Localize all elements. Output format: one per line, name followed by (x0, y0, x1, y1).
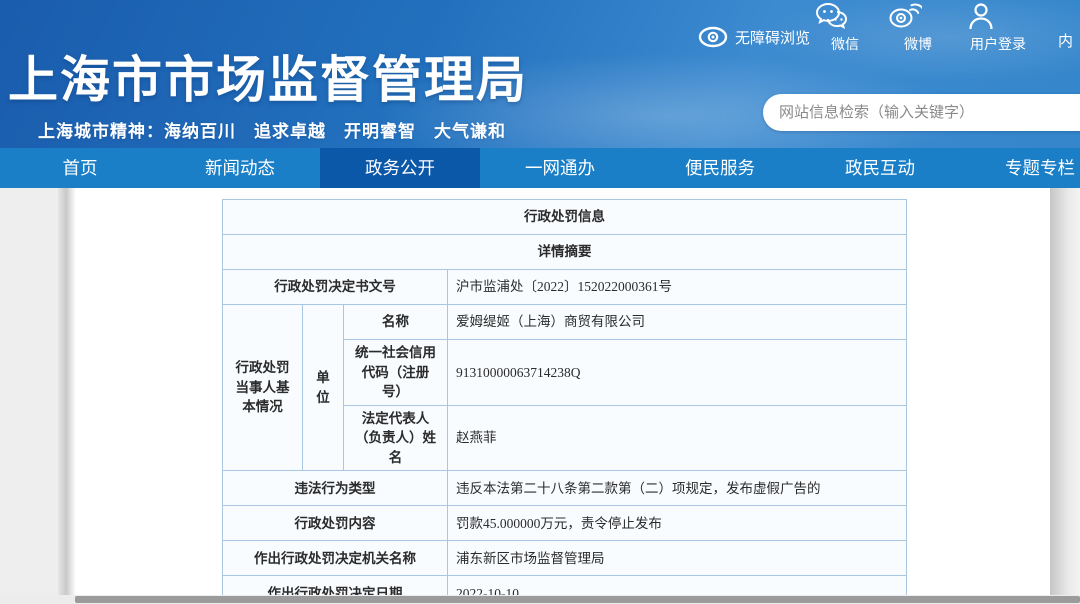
table-row: 违法行为类型 违反本法第二十八条第二款第（二）项规定，发布虚假广告的 (223, 471, 907, 506)
wechat-link[interactable]: 微信 (815, 2, 875, 54)
table-row: 详情摘要 (223, 235, 907, 270)
right-shadow (1050, 188, 1080, 604)
nav-item-interaction[interactable]: 政民互动 (800, 148, 960, 188)
penalty-content-label: 行政处罚内容 (223, 506, 448, 541)
site-title: 上海市市场监督管理局 (8, 40, 528, 112)
site-header: 上海市市场监督管理局 上海城市精神：海纳百川 追求卓越 开明睿智 大气谦和 无障… (0, 0, 1080, 148)
page: 上海市市场监督管理局 上海城市精神：海纳百川 追求卓越 开明睿智 大气谦和 无障… (0, 0, 1080, 604)
penalty-content-value: 罚款45.000000万元，责令停止发布 (448, 506, 907, 541)
nav-item-one-net[interactable]: 一网通办 (480, 148, 640, 188)
horizontal-scrollbar-track[interactable] (0, 595, 1080, 604)
credit-code-label: 统一社会信用代码（注册号） (344, 340, 448, 406)
wechat-label: 微信 (831, 36, 859, 52)
left-shadow (58, 188, 76, 604)
user-login-link[interactable]: 用户登录 (968, 2, 1028, 54)
legal-rep-label: 法定代表人（负责人）姓名 (344, 405, 448, 471)
header-quick-links: 无障碍浏览 微信 (680, 0, 1080, 60)
party-name-value: 爱姆缇姬（上海）商贸有限公司 (448, 305, 907, 340)
wechat-icon (815, 2, 875, 32)
nav-item-home[interactable]: 首页 (0, 148, 160, 188)
credit-code-value: 91310000063714238Q (448, 340, 907, 406)
nav-item-services[interactable]: 便民服务 (640, 148, 800, 188)
nav-item-special[interactable]: 专题专栏 (960, 148, 1080, 188)
accessibility-label: 无障碍浏览 (735, 27, 810, 48)
violation-type-value: 违反本法第二十八条第二款第（二）项规定，发布虚假广告的 (448, 471, 907, 506)
user-login-label: 用户登录 (970, 36, 1026, 52)
site-search (763, 94, 1080, 131)
violation-type-label: 违法行为类型 (223, 471, 448, 506)
party-name-label: 名称 (344, 305, 448, 340)
nav-item-gov-affairs[interactable]: 政务公开 (320, 148, 480, 188)
penalty-info-table: 行政处罚信息 详情摘要 行政处罚决定书文号 沪市监浦处〔2022〕1520220… (222, 199, 907, 604)
authority-value: 浦东新区市场监督管理局 (448, 541, 907, 576)
left-gray-band (0, 188, 58, 604)
city-spirit-slogan: 上海城市精神：海纳百川 追求卓越 开明睿智 大气谦和 (38, 117, 506, 142)
user-icon (968, 2, 1028, 32)
doc-number-value: 沪市监浦处〔2022〕152022000361号 (448, 270, 907, 305)
nav-item-news[interactable]: 新闻动态 (160, 148, 320, 188)
authority-label: 作出行政处罚决定机关名称 (223, 541, 448, 576)
party-unit-label: 单位 (303, 305, 344, 471)
doc-number-label: 行政处罚决定书文号 (223, 270, 448, 305)
table-row: 行政处罚当事人基本情况 单位 名称 爱姆缇姬（上海）商贸有限公司 (223, 305, 907, 340)
weibo-link[interactable]: 微博 (888, 2, 948, 54)
table-row: 行政处罚决定书文号 沪市监浦处〔2022〕152022000361号 (223, 270, 907, 305)
weibo-icon (888, 2, 948, 32)
table-subtitle: 详情摘要 (223, 235, 907, 270)
accessibility-link[interactable]: 无障碍浏览 (698, 26, 810, 48)
clipped-header-link[interactable]: 内 (1058, 30, 1080, 51)
weibo-label: 微博 (904, 36, 932, 52)
search-input[interactable] (779, 104, 1080, 121)
table-row: 行政处罚内容 罚款45.000000万元，责令停止发布 (223, 506, 907, 541)
table-row: 作出行政处罚决定机关名称 浦东新区市场监督管理局 (223, 541, 907, 576)
legal-rep-value: 赵燕菲 (448, 405, 907, 471)
table-row: 行政处罚信息 (223, 200, 907, 235)
party-group-label: 行政处罚当事人基本情况 (223, 305, 303, 471)
table-title: 行政处罚信息 (223, 200, 907, 235)
eye-icon (698, 26, 728, 48)
main-nav: 首页 新闻动态 政务公开 一网通办 便民服务 政民互动 专题专栏 (0, 148, 1080, 188)
horizontal-scrollbar-thumb[interactable] (75, 596, 1080, 603)
content-area: 行政处罚信息 详情摘要 行政处罚决定书文号 沪市监浦处〔2022〕1520220… (0, 188, 1080, 604)
